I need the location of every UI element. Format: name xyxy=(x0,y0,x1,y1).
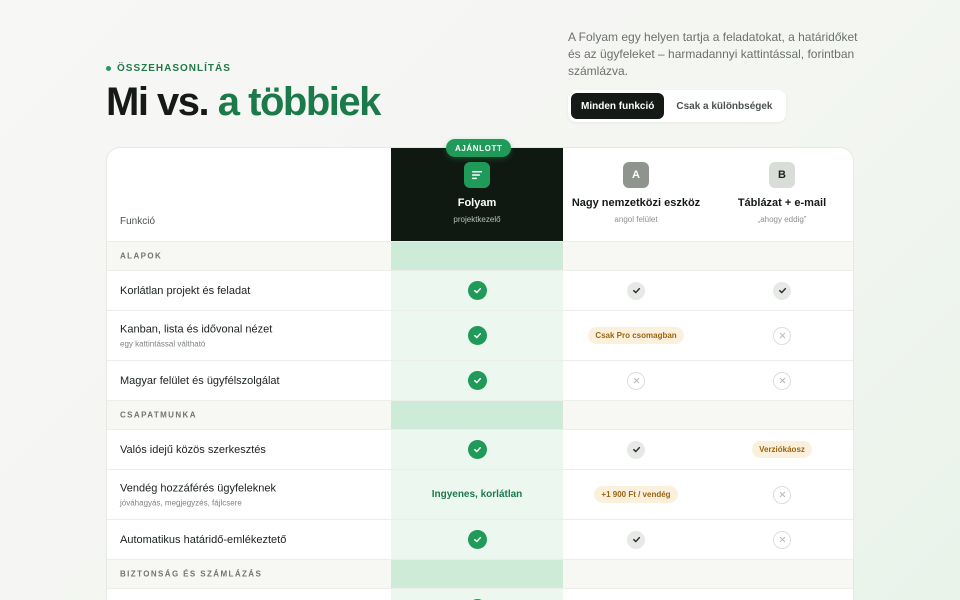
title-accent: a többiek xyxy=(217,80,382,124)
check-icon xyxy=(467,371,487,390)
toggle-differences-only[interactable]: Csak a különbségek xyxy=(666,93,782,119)
table-row: Kanban, lista és idővonal nézet egy katti… xyxy=(107,310,853,360)
feature-name: Magyar felület és ügyfélszolgálat xyxy=(120,374,280,387)
check-icon xyxy=(773,281,791,300)
page-title: Mi vs. a többiek xyxy=(106,80,382,125)
value-cell xyxy=(391,311,563,360)
section-row: ALAPOK xyxy=(107,241,853,270)
recommended-badge: AJÁNLOTT xyxy=(446,139,512,157)
status-badge: Csak Pro csomagban xyxy=(588,327,684,344)
value-cell: Csak Pro csomagban xyxy=(563,311,709,360)
value-cell: Verziókáosz xyxy=(709,430,853,469)
feature-cell: Valós idejű közös szerkesztés xyxy=(120,444,266,456)
feature-name: Vendég hozzáférés ügyfeleknek xyxy=(120,482,276,494)
feature-note: jóváhagyás, megjegyzés, fájlcsere xyxy=(120,498,242,507)
check-icon xyxy=(627,440,645,459)
status-badge: Verziókáosz xyxy=(752,441,812,458)
highlight-column-band xyxy=(391,560,563,588)
feature-cell: Korlátlan projekt és feladat xyxy=(120,285,250,297)
column-subtitle: angol felület xyxy=(614,215,658,224)
highlight-column-band xyxy=(391,401,563,429)
check-icon xyxy=(627,281,645,300)
feature-name: Korlátlan projekt és feladat xyxy=(120,284,251,297)
view-toggle: Minden funkció Csak a különbségek xyxy=(568,90,786,122)
highlight-column-band xyxy=(391,242,563,270)
value-cell xyxy=(391,520,563,559)
feature-name: Valós idejű közös szerkesztés xyxy=(120,443,266,456)
value-cell xyxy=(563,589,709,600)
value-cell xyxy=(709,470,853,519)
section-label: ALAPOK xyxy=(120,251,163,261)
check-icon xyxy=(467,530,487,549)
value-cell xyxy=(391,589,563,600)
check-icon xyxy=(467,440,487,459)
value-cell xyxy=(391,430,563,469)
feature-name: Automatikus határidő-emlékeztető xyxy=(120,533,287,546)
value-cell xyxy=(391,271,563,310)
check-icon xyxy=(467,326,487,345)
section-row: CSAPATMUNKA xyxy=(107,400,853,429)
value-cell xyxy=(563,520,709,559)
feature-note: egy kattintással váltható xyxy=(120,339,206,348)
eyebrow-dot xyxy=(106,66,111,71)
feature-name: Kanban, lista és idővonal nézet xyxy=(120,323,273,335)
lines-icon xyxy=(464,162,490,188)
close-icon xyxy=(773,371,791,390)
close-icon xyxy=(773,485,791,504)
comparison-table: Funkció Folyam projektkezelő A Nagy nemz… xyxy=(106,147,854,600)
value-cell xyxy=(563,361,709,400)
section-label: CSAPATMUNKA xyxy=(120,410,197,420)
feature-header-label: Funkció xyxy=(120,216,156,227)
status-badge: +1 900 Ft / vendég xyxy=(594,486,678,503)
column-header-competitor-b: B Táblázat + e-mail „ahogy eddig” xyxy=(709,148,853,241)
value-cell xyxy=(709,271,853,310)
value-cell xyxy=(709,589,853,600)
value-cell xyxy=(563,271,709,310)
feature-cell: Magyar felület és ügyfélszolgálat xyxy=(120,375,280,387)
close-icon xyxy=(773,326,791,345)
value-cell xyxy=(709,520,853,559)
value-cell: Ingyenes, korlátlan xyxy=(391,470,563,519)
column-name: Nagy nemzetközi eszköz xyxy=(571,197,701,209)
column-header-folyam: Folyam projektkezelő xyxy=(391,148,563,241)
value-cell xyxy=(709,311,853,360)
competitor-b-logo: B xyxy=(769,162,795,188)
table-row: Vendég hozzáférés ügyfeleknek jóváhagyás,… xyxy=(107,469,853,519)
feature-cell: Kanban, lista és idővonal nézet egy katti… xyxy=(120,323,272,348)
feature-column-header: Funkció xyxy=(107,148,391,241)
check-icon xyxy=(627,530,645,549)
column-header-competitor-a: A Nagy nemzetközi eszköz angol felület xyxy=(563,148,709,241)
close-icon xyxy=(773,530,791,549)
toggle-all-features[interactable]: Minden funkció xyxy=(571,93,665,119)
lead-text: A Folyam egy helyen tartja a feladatokat… xyxy=(568,30,858,78)
column-subtitle: projektkezelő xyxy=(453,215,501,224)
column-name: Táblázat + e-mail xyxy=(737,197,827,209)
close-icon xyxy=(627,371,645,390)
table-row xyxy=(107,588,853,600)
title-prefix: Mi vs. xyxy=(106,80,210,124)
table-row: Automatikus határidő-emlékeztető xyxy=(107,519,853,559)
check-icon xyxy=(467,281,487,300)
value-text: Ingyenes, korlátlan xyxy=(431,489,523,500)
table-row: Korlátlan projekt és feladat xyxy=(107,270,853,310)
feature-cell: Vendég hozzáférés ügyfeleknek jóváhagyás,… xyxy=(120,482,276,507)
column-name: Folyam xyxy=(457,197,497,209)
section-eyebrow: ÖSSZEHASONLÍTÁS xyxy=(106,63,231,74)
value-cell xyxy=(563,430,709,469)
value-cell: +1 900 Ft / vendég xyxy=(563,470,709,519)
table-row: Valós idejű közös szerkesztés Verziókáosz xyxy=(107,429,853,469)
column-subtitle: „ahogy eddig” xyxy=(757,215,807,224)
value-cell xyxy=(391,361,563,400)
feature-cell: Automatikus határidő-emlékeztető xyxy=(120,534,286,546)
section-label: BIZTONSÁG ÉS SZÁMLÁZÁS xyxy=(120,569,263,579)
value-cell xyxy=(709,361,853,400)
section-row: BIZTONSÁG ÉS SZÁMLÁZÁS xyxy=(107,559,853,588)
eyebrow-label: ÖSSZEHASONLÍTÁS xyxy=(117,63,231,74)
competitor-a-logo: A xyxy=(623,162,649,188)
table-row: Magyar felület és ügyfélszolgálat xyxy=(107,360,853,400)
